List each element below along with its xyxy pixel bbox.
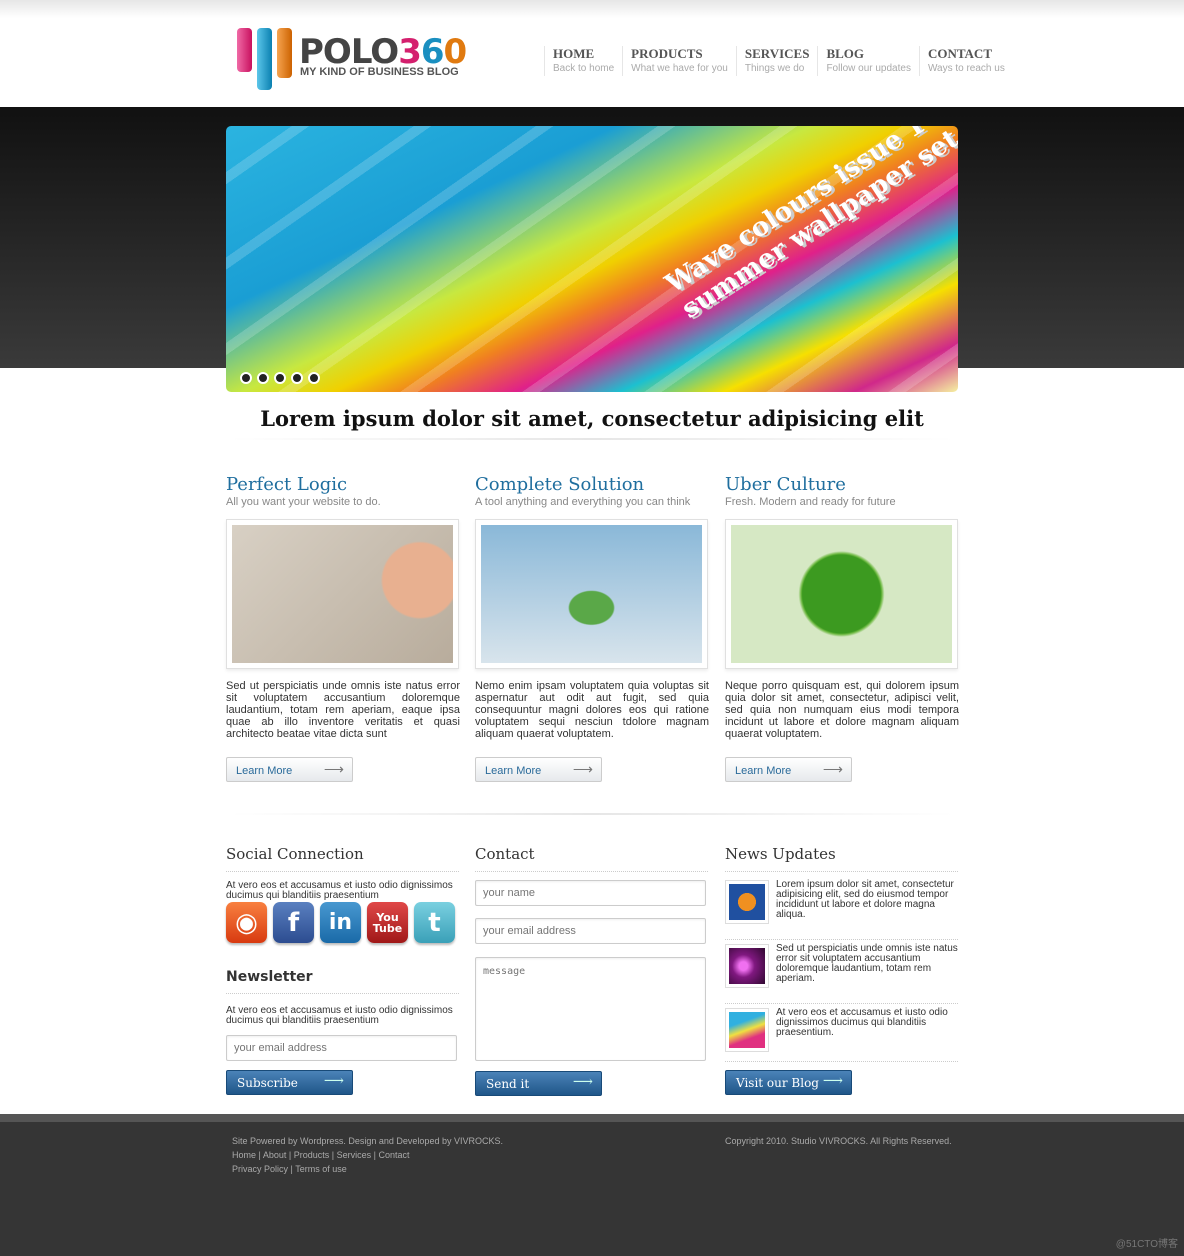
send-button[interactable]: Send it ⟶ (475, 1071, 602, 1096)
contact-title: Contact (475, 845, 708, 872)
privacy-policy-link[interactable]: Privacy Policy (232, 1164, 288, 1174)
headline: Lorem ipsum dolor sit amet, consectetur … (260, 406, 924, 431)
arrow-right-icon: ⟶ (323, 761, 344, 777)
footer-link-contact[interactable]: Contact (378, 1150, 409, 1160)
divider (230, 438, 954, 440)
visit-blog-button[interactable]: Visit our Blog ⟶ (725, 1070, 852, 1095)
learn-more-button[interactable]: Learn More ⟶ (725, 757, 852, 782)
news-item[interactable]: Sed ut perspiciatis unde omnis iste natu… (725, 944, 958, 1004)
youtube-icon[interactable]: You Tube (367, 902, 408, 943)
nav-contact[interactable]: CONTACT Ways to reach us (918, 46, 1013, 76)
slide-dot[interactable] (308, 372, 320, 384)
header: POLO360 MY KIND OF BUSINESS BLOG HOME Bac… (0, 0, 1184, 107)
learn-more-button[interactable]: Learn More ⟶ (226, 757, 353, 782)
news-title: News Updates (725, 845, 958, 872)
arrow-right-icon: ⟶ (822, 1073, 843, 1089)
arrow-right-icon: ⟶ (822, 761, 843, 777)
email-input[interactable] (475, 918, 706, 944)
footer-link-home[interactable]: Home (232, 1150, 256, 1160)
arrow-right-icon: ⟶ (572, 1074, 593, 1090)
arrow-right-icon: ⟶ (323, 1073, 344, 1089)
footer-link-about[interactable]: About (263, 1150, 287, 1160)
logo[interactable]: POLO360 MY KIND OF BUSINESS BLOG (237, 28, 467, 90)
facebook-icon[interactable]: f (273, 902, 314, 943)
main-nav: HOME Back to home PRODUCTS What we have fo… (544, 46, 1013, 76)
social-icons: ◉ f in You Tube t (226, 902, 455, 943)
newsletter-title: Newsletter (226, 969, 459, 994)
footer-link-services[interactable]: Services (337, 1150, 372, 1160)
learn-more-button[interactable]: Learn More ⟶ (475, 757, 602, 782)
slider-pagination (240, 372, 320, 384)
twitter-icon[interactable]: t (414, 902, 455, 943)
nav-services[interactable]: SERVICES Things we do (735, 46, 818, 76)
linkedin-icon[interactable]: in (320, 902, 361, 943)
feature-image (475, 519, 708, 669)
message-textarea[interactable] (475, 957, 706, 1061)
rss-icon[interactable]: ◉ (226, 902, 267, 943)
newsletter-email-input[interactable] (226, 1035, 457, 1061)
logo-tagline: MY KIND OF BUSINESS BLOG (300, 66, 459, 78)
slide-dot[interactable] (257, 372, 269, 384)
slide-dot[interactable] (274, 372, 286, 384)
news-item[interactable]: At vero eos et accusamus et iusto odio d… (725, 1008, 958, 1062)
footer-link-products[interactable]: Products (294, 1150, 330, 1160)
subscribe-button[interactable]: Subscribe ⟶ (226, 1070, 353, 1095)
news-thumbnail (725, 1008, 769, 1052)
social-title: Social Connection (226, 845, 459, 872)
news-thumbnail (725, 944, 769, 988)
watermark: @51CTO博客 (1115, 1239, 1178, 1250)
nav-blog[interactable]: BLOG Follow our updates (817, 46, 919, 76)
nav-home[interactable]: HOME Back to home (544, 46, 622, 76)
feature-uber-culture: Uber Culture Fresh. Modern and ready for… (725, 474, 959, 782)
divider (230, 813, 954, 815)
feature-image (725, 519, 958, 669)
news-thumbnail (725, 880, 769, 924)
feature-complete-solution: Complete Solution A tool anything and ev… (475, 474, 709, 782)
footer-links: Home | About | Products | Services | Con… (232, 1150, 410, 1160)
image-slider[interactable]: Wave colours issue 1 summer wallpaper se… (226, 126, 958, 392)
news-item[interactable]: Lorem ipsum dolor sit amet, consectetur … (725, 880, 958, 940)
nav-products[interactable]: PRODUCTS What we have for you (622, 46, 736, 76)
slide-dot[interactable] (291, 372, 303, 384)
arrow-right-icon: ⟶ (572, 761, 593, 777)
feature-image (226, 519, 459, 669)
name-input[interactable] (475, 880, 706, 906)
terms-link[interactable]: Terms of use (295, 1164, 347, 1174)
footer: Site Powered by Wordpress. Design and De… (0, 1114, 1184, 1256)
slide-dot[interactable] (240, 372, 252, 384)
feature-perfect-logic: Perfect Logic All you want your website … (226, 474, 460, 782)
copyright: Copyright 2010. Studio VIVROCKS. All Rig… (725, 1136, 952, 1146)
